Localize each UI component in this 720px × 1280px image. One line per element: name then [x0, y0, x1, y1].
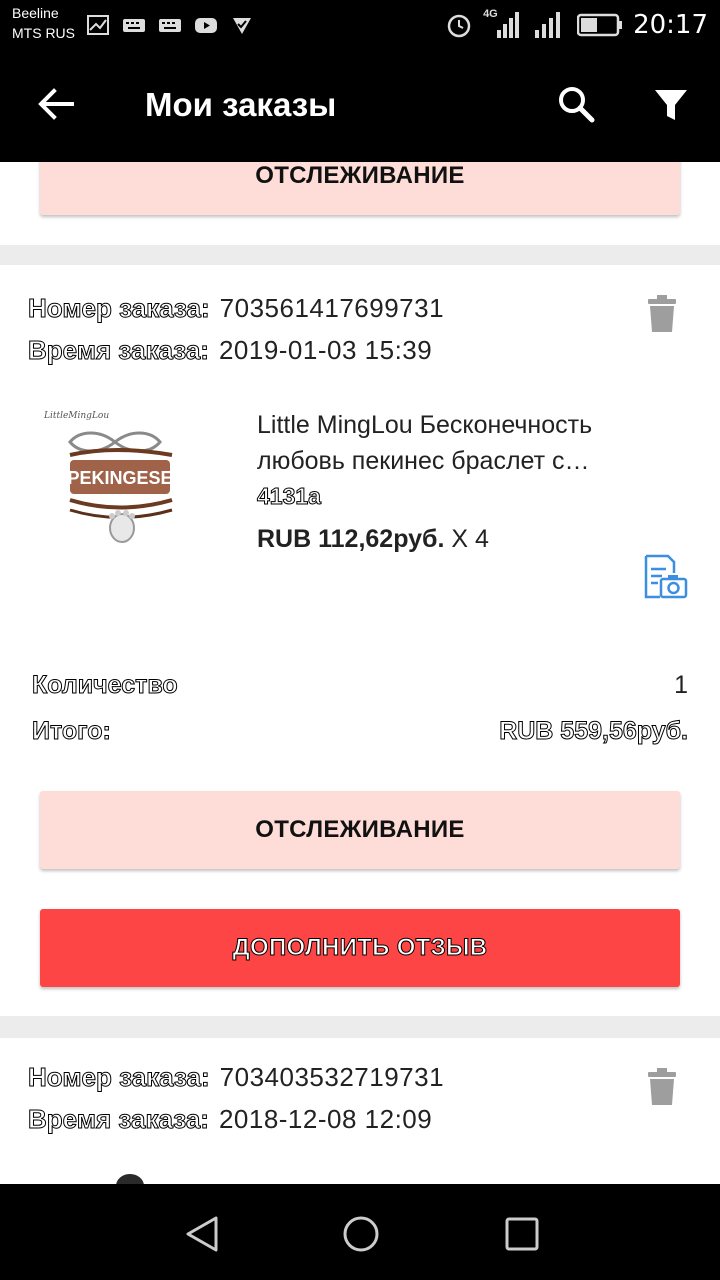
status-bar: Beeline MTS RUS 4G 20:17 — [0, 0, 720, 54]
product-image[interactable]: LittleMingLou PEKINGESE — [40, 400, 190, 570]
order-number-row: Номер заказа: 703403532719731 — [28, 1062, 444, 1093]
order-number-label: Номер заказа: — [28, 293, 211, 324]
alarm-icon — [447, 14, 471, 38]
track-button[interactable]: ОТСЛЕЖИВАНИЕ — [40, 791, 680, 869]
order-number-row: Номер заказа: 703561417699731 — [28, 293, 444, 324]
system-icons: 4G 20:17 — [445, 8, 708, 42]
quantity-row: Количество 1 — [32, 671, 688, 700]
nav-recents-icon[interactable] — [502, 1214, 542, 1254]
total-value: RUB 559,56руб. — [499, 717, 689, 746]
orders-list[interactable]: ОТСЛЕЖИВАНИЕ Номер заказа: 7035614176997… — [0, 162, 720, 1184]
product-price-row: RUB 112,62руб. X 4 — [257, 525, 489, 554]
product-image-text: PEKINGESE — [67, 468, 172, 488]
keyboard-icon — [123, 19, 145, 32]
delete-order-icon[interactable] — [646, 295, 678, 333]
signal-4g-icon: 4G — [483, 8, 523, 42]
signal-icon — [535, 12, 561, 38]
product-title[interactable]: Little MingLou Бесконечность любовь пеки… — [257, 407, 657, 479]
product-sku: 4131a — [257, 483, 322, 510]
total-row: Итого: RUB 559,56руб. — [32, 717, 689, 746]
delete-order-icon[interactable] — [646, 1068, 678, 1106]
nav-back-icon[interactable] — [182, 1214, 222, 1254]
carrier-2: MTS RUS — [12, 25, 75, 41]
order-number: 703561417699731 — [219, 293, 445, 323]
order-time-label: Время заказа: — [28, 335, 210, 366]
order-time-row: Время заказа: 2018-12-08 12:09 — [28, 1104, 432, 1135]
carrier-1: Beeline — [12, 5, 59, 21]
app-bar: Мои заказы — [0, 54, 720, 162]
notification-icons — [86, 14, 254, 36]
product-image-partial[interactable] — [110, 1168, 150, 1184]
photo-review-icon[interactable] — [640, 553, 688, 601]
product-qty: X 4 — [451, 525, 489, 553]
total-label: Итого: — [32, 717, 112, 746]
order-card: ОТСЛЕЖИВАНИЕ — [0, 162, 720, 245]
page-title: Мои заказы — [145, 86, 337, 123]
image-notification-icon — [87, 15, 109, 35]
nav-home-icon[interactable] — [341, 1214, 381, 1254]
search-icon[interactable] — [556, 84, 596, 124]
navigation-bar — [0, 1184, 720, 1280]
keyboard-icon-2 — [159, 19, 181, 32]
battery-icon — [577, 13, 623, 37]
filter-icon[interactable] — [652, 86, 690, 124]
order-number: 703403532719731 — [219, 1062, 445, 1092]
clock: 20:17 — [633, 10, 708, 40]
download-check-icon — [233, 18, 251, 34]
order-time-row: Время заказа: 2019-01-03 15:39 — [28, 335, 432, 366]
order-time-label: Время заказа: — [28, 1104, 210, 1135]
order-card: Номер заказа: 703403532719731 Время зака… — [0, 1038, 720, 1184]
order-number-label: Номер заказа: — [28, 1062, 211, 1093]
order-time: 2018-12-08 12:09 — [218, 1104, 433, 1134]
add-review-button[interactable]: ДОПОЛНИТЬ ОТЗЫВ — [40, 909, 680, 987]
carrier-info: Beeline MTS RUS — [12, 3, 75, 43]
order-card: Номер заказа: 703561417699731 Время зака… — [0, 265, 720, 1016]
order-time: 2019-01-03 15:39 — [218, 335, 433, 365]
back-arrow-icon[interactable] — [36, 84, 76, 124]
quantity-value: 1 — [674, 671, 688, 699]
product-price: RUB 112,62руб. — [257, 525, 445, 553]
svg-text:LittleMingLou: LittleMingLou — [43, 411, 109, 421]
youtube-icon — [195, 18, 217, 33]
track-button[interactable]: ОТСЛЕЖИВАНИЕ — [40, 162, 680, 215]
quantity-label: Количество — [32, 671, 179, 700]
